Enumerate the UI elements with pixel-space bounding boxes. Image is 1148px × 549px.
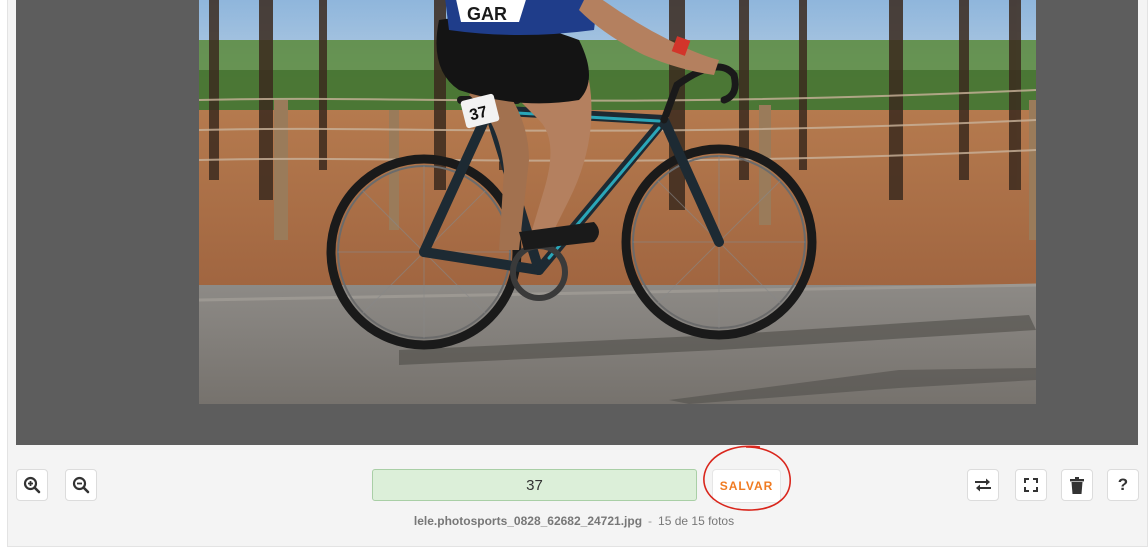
- help-icon: ?: [1117, 475, 1129, 494]
- delete-button[interactable]: [1061, 469, 1093, 501]
- fullscreen-button[interactable]: [1015, 469, 1047, 501]
- photo-caption: lele.photosports_0828_62682_24721.jpg -15…: [0, 514, 1148, 530]
- bib-number-input[interactable]: [372, 469, 697, 501]
- photo-count: 15 de 15 fotos: [658, 514, 735, 528]
- zoom-in-button[interactable]: [16, 469, 48, 501]
- fullscreen-icon: [1024, 478, 1038, 492]
- photo: GAR 37: [199, 0, 1036, 404]
- caption-separator: -: [648, 514, 653, 528]
- save-button[interactable]: SALVAR: [712, 469, 781, 503]
- zoom-in-icon: [23, 476, 41, 494]
- swap-button[interactable]: [967, 469, 999, 501]
- swap-arrows-icon: [975, 478, 991, 492]
- photo-viewer: GAR 37: [16, 0, 1138, 445]
- cyclist-photo: GAR 37: [199, 0, 1036, 404]
- trash-icon: [1070, 476, 1084, 494]
- zoom-out-icon: [72, 476, 90, 494]
- svg-text:GAR: GAR: [467, 4, 507, 24]
- help-button[interactable]: ?: [1107, 469, 1139, 501]
- zoom-out-button[interactable]: [65, 469, 97, 501]
- photo-filename: lele.photosports_0828_62682_24721.jpg: [413, 514, 643, 528]
